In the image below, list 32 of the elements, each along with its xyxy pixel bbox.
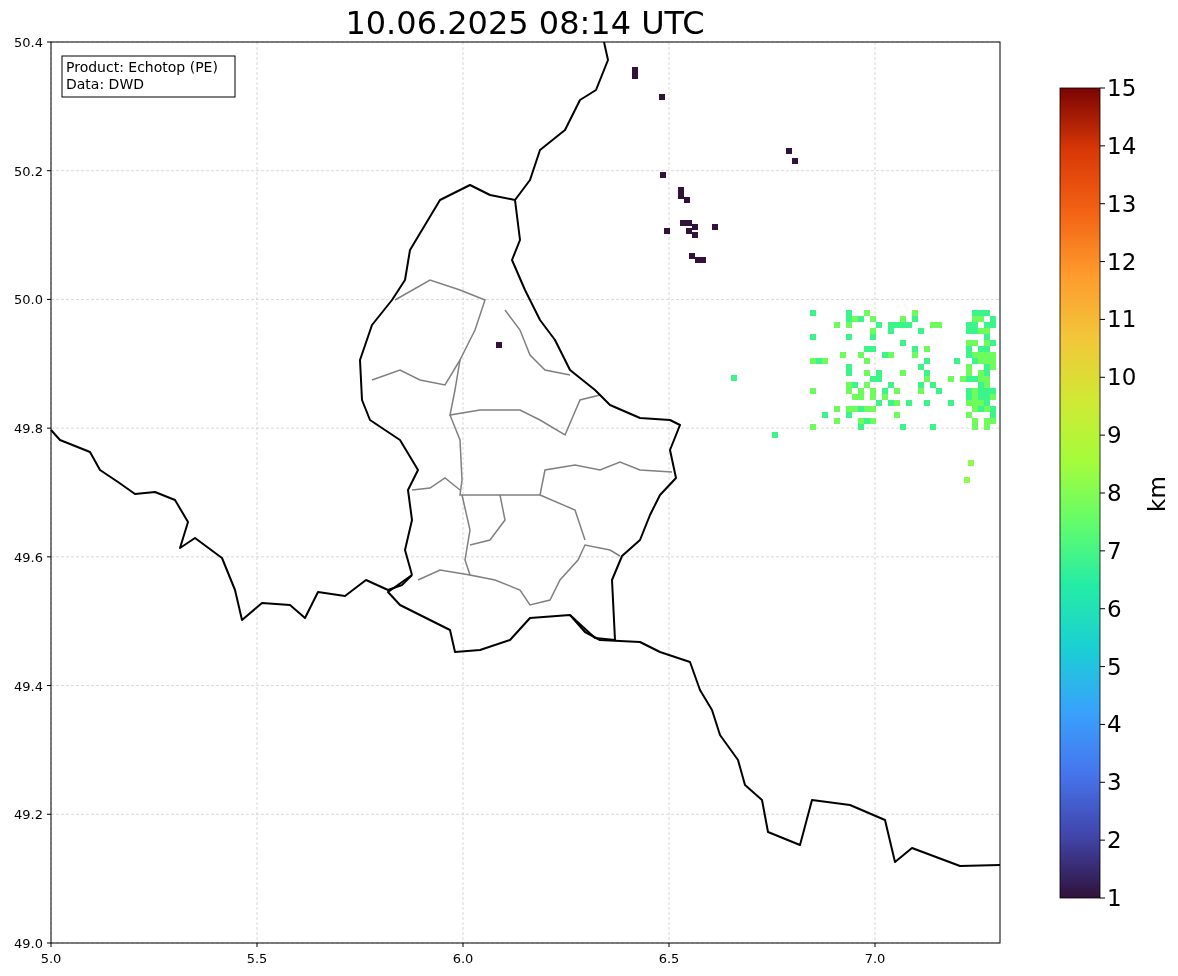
colorbar-tick-label: 12 [1107,248,1137,275]
y-tick-label: 49.0 [14,936,43,951]
legend-text: Data: DWD [66,76,144,92]
colorbar-tick-label: 8 [1107,480,1122,506]
colorbar-tick-label: 6 [1107,595,1122,622]
colorbar-tick-label: 7 [1107,537,1122,564]
y-tick-label: 49.8 [14,421,43,437]
x-tick-label: 6.5 [658,951,680,966]
colorbar-tick-label: 1 [1107,885,1122,911]
colorbar-tick-label: 11 [1107,306,1137,333]
y-tick-label: 50.2 [14,163,43,179]
legend-text: Product: Echotop (PE) [66,59,218,75]
colorbar-tick-label: 14 [1107,132,1137,159]
chart-title: 10.06.2025 08:14 UTC [345,4,705,42]
x-tick-label: 7.0 [864,951,886,966]
y-tick-label: 49.4 [14,678,43,694]
y-tick-label: 50.4 [14,35,43,50]
x-tick-label: 5.0 [40,951,62,966]
colorbar-tick-label: 5 [1107,653,1122,680]
colorbar-tick-label: 10 [1107,364,1137,391]
colorbar-label: km [1144,476,1170,512]
y-tick-label: 49.2 [14,807,43,823]
colorbar-tick-label: 2 [1107,827,1122,854]
colorbar-tick-label: 15 [1107,75,1137,101]
y-tick-label: 50.0 [14,292,43,308]
colorbar-tick-label: 13 [1107,190,1137,217]
colorbar-tick-label: 9 [1107,422,1122,449]
y-tick-label: 49.6 [14,549,43,565]
x-tick-label: 5.5 [246,951,268,966]
x-tick-label: 6.0 [452,951,474,966]
colorbar-tick-label: 3 [1107,769,1122,796]
colorbar-tick-label: 4 [1107,711,1122,738]
